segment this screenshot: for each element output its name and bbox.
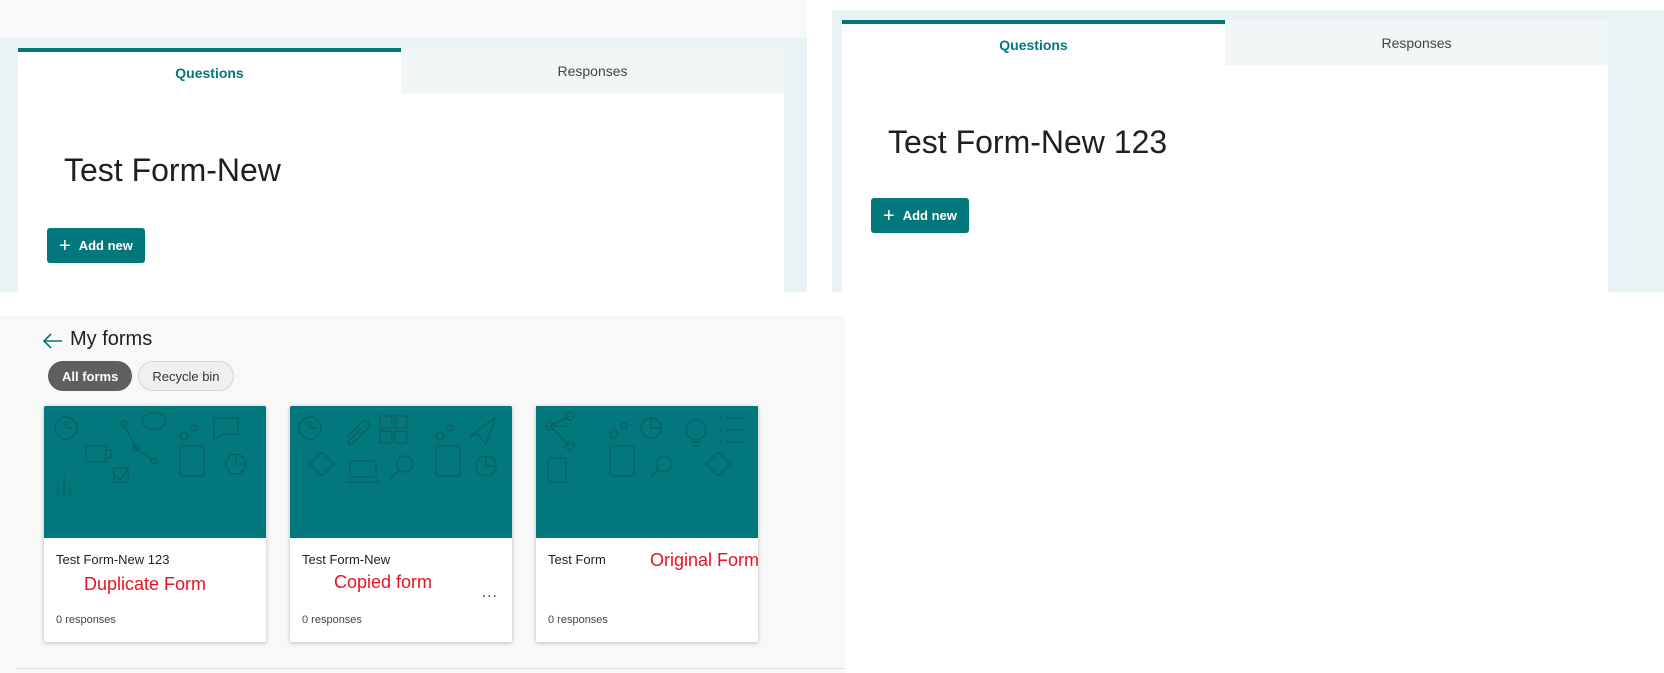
form-title[interactable]: Test Form-New [64, 152, 281, 189]
response-count: 0 responses [548, 614, 608, 626]
filter-recycle-bin[interactable]: Recycle bin [138, 361, 234, 391]
tab-questions[interactable]: Questions [18, 48, 401, 93]
annotation-label: Original Form [650, 550, 760, 570]
form-editor-left: Questions Responses Test Form-New + Add … [0, 0, 807, 292]
response-count: 0 responses [302, 614, 362, 626]
filter-all-forms[interactable]: All forms [48, 361, 133, 391]
form-card[interactable]: Test Form Original Form 0 responses [536, 406, 760, 642]
divider [16, 668, 845, 669]
form-thumbnail [44, 406, 266, 538]
form-name: Test Form-New [302, 552, 391, 567]
add-new-button[interactable]: + Add new [47, 228, 145, 263]
plus-icon: + [883, 204, 895, 227]
editor-tabs: Questions Responses [842, 20, 1608, 65]
tab-responses[interactable]: Responses [1225, 20, 1608, 65]
tab-responses[interactable]: Responses [401, 48, 784, 93]
add-new-label: Add new [78, 238, 133, 253]
form-thumbnail [536, 406, 758, 538]
form-title[interactable]: Test Form-New 123 [888, 124, 1167, 161]
my-forms-header: My forms [42, 328, 152, 351]
form-card[interactable]: Test Form-New 123 Duplicate Form 0 respo… [44, 406, 266, 642]
annotation-label: Copied form [334, 572, 433, 592]
more-options-icon[interactable]: ... [482, 584, 498, 602]
annotation-label: Duplicate Form [84, 574, 207, 594]
back-arrow-icon[interactable] [42, 330, 64, 350]
form-name: Test Form [548, 552, 606, 567]
page-title: My forms [70, 328, 153, 350]
form-editor-right: Questions Responses Test Form-New 123 + … [832, 0, 1664, 292]
filter-pills: All forms Recycle bin [48, 361, 234, 391]
plus-icon: + [59, 234, 71, 257]
add-new-button[interactable]: + Add new [871, 198, 969, 233]
my-forms-panel: My forms All forms Recycle bin Test Form… [0, 316, 845, 673]
form-card[interactable]: Test Form-New Copied form ... 0 response… [290, 406, 512, 642]
editor-card: Questions Responses Test Form-New + Add … [18, 48, 784, 292]
editor-card: Questions Responses Test Form-New 123 + … [842, 20, 1608, 292]
add-new-label: Add new [902, 208, 957, 223]
tab-questions[interactable]: Questions [842, 20, 1225, 65]
form-thumbnail [290, 406, 512, 538]
response-count: 0 responses [56, 614, 116, 626]
form-name: Test Form-New 123 [56, 552, 170, 567]
editor-tabs: Questions Responses [18, 48, 784, 93]
